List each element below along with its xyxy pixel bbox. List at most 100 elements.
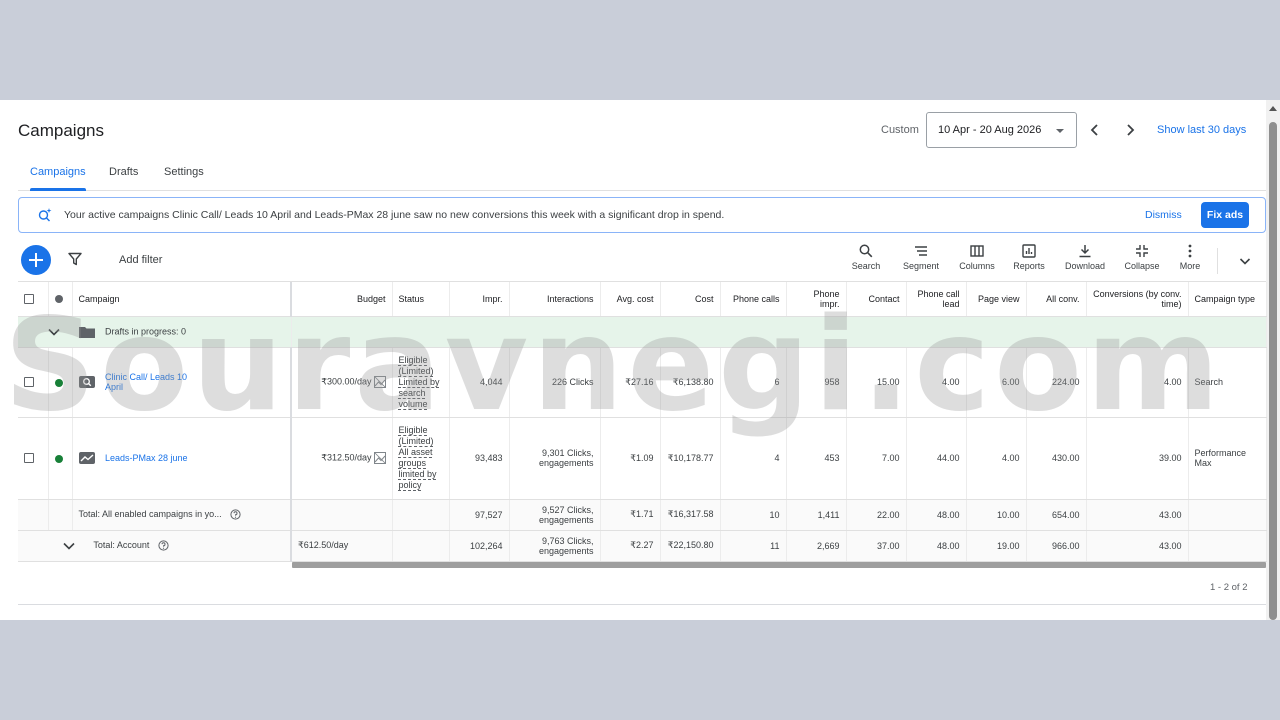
budget-cell: ₹300.00/day [291, 347, 393, 418]
budget-report-icon[interactable] [373, 376, 386, 388]
interactions-cell: 9,301 Clicks, engagements [509, 417, 601, 500]
reports-tool-button[interactable]: Reports [1010, 244, 1048, 278]
phone-calls-column-header[interactable]: Phone calls [720, 282, 787, 317]
search-campaign-icon [78, 376, 95, 388]
table-row[interactable]: Clinic Call/ Leads 10 April ₹300.00/day … [18, 347, 1267, 418]
drafts-row[interactable]: Drafts in progress: 0 [18, 316, 1267, 348]
table-toolbar: Add filter Search Segment Columns Report… [18, 240, 1266, 282]
enabled-status-dot-icon[interactable] [54, 378, 63, 387]
cost-cell: ₹6,138.80 [660, 347, 721, 418]
row-checkbox[interactable] [24, 453, 34, 464]
reports-tool-label: Reports [1013, 261, 1045, 271]
reports-icon [1022, 244, 1036, 258]
enabled-status-dot-icon[interactable] [54, 454, 63, 463]
select-all-cell [18, 282, 49, 317]
filter-icon[interactable] [68, 252, 82, 266]
total-conv-by-time-cell: 43.00 [1086, 499, 1189, 531]
campaign-type-cell: Performance Max [1188, 417, 1267, 500]
download-tool-button[interactable]: Download [1062, 244, 1108, 278]
next-period-chevron-icon[interactable] [1121, 120, 1139, 140]
total-cost-cell: ₹16,317.58 [660, 499, 721, 531]
segment-icon [915, 246, 927, 256]
columns-tool-button[interactable]: Columns [956, 244, 998, 278]
collapse-tool-label: Collapse [1124, 261, 1160, 271]
page-view-cell: 6.00 [966, 347, 1027, 418]
dismiss-button[interactable]: Dismiss [1145, 209, 1182, 221]
interactions-cell: 226 Clicks [509, 347, 601, 418]
total-label-cell: Total: Account [18, 530, 292, 562]
collapse-tool-button[interactable]: Collapse [1122, 244, 1162, 278]
download-tool-label: Download [1064, 261, 1106, 271]
show-last-30-days-link[interactable]: Show last 30 days [1157, 124, 1246, 136]
folder-icon [78, 326, 95, 338]
page-view-column-header[interactable]: Page view [966, 282, 1027, 317]
total-conv-by-time-cell: 43.00 [1086, 530, 1189, 562]
previous-period-chevron-icon[interactable] [1086, 120, 1104, 140]
performance-max-icon [78, 452, 95, 464]
cost-column-header[interactable]: Cost [660, 282, 721, 317]
campaigns-table: Campaign Budget Status Impr. Interaction… [18, 282, 1267, 562]
total-contact-cell: 22.00 [846, 499, 907, 531]
download-icon [1079, 245, 1091, 258]
table-row[interactable]: Leads-PMax 28 june ₹312.50/day Eligible … [18, 417, 1267, 500]
fix-ads-button[interactable]: Fix ads [1201, 202, 1249, 228]
phone-call-lead-cell: 4.00 [906, 347, 967, 418]
total-chevron-down-icon[interactable] [63, 542, 75, 550]
total-phone-calls-cell: 11 [720, 530, 787, 562]
insight-sparkle-icon [38, 208, 52, 222]
status-filter-dot-icon[interactable] [54, 295, 63, 304]
campaign-type-column-header[interactable]: Campaign type [1188, 282, 1267, 317]
tab-campaigns[interactable]: Campaigns [30, 166, 86, 178]
segment-tool-button[interactable]: Segment [900, 244, 942, 278]
status-cell: Eligible (Limited) Limited by search vol… [392, 347, 450, 418]
avg-cost-cell: ₹1.09 [600, 417, 661, 500]
conv-by-time-cell: 4.00 [1086, 347, 1189, 418]
pagination-info: 1 - 2 of 2 [1210, 582, 1248, 593]
status-value[interactable]: Eligible (Limited) All asset groups limi… [399, 425, 443, 491]
row-checkbox[interactable] [24, 377, 34, 388]
add-filter-button[interactable]: Add filter [119, 254, 162, 266]
contact-column-header[interactable]: Contact [846, 282, 907, 317]
collapse-icon [1136, 245, 1148, 257]
expand-chevron-down-icon[interactable] [1238, 254, 1252, 268]
budget-column-header[interactable]: Budget [291, 282, 393, 317]
status-value[interactable]: Eligible (Limited) Limited by search vol… [399, 355, 443, 410]
all-conv-column-header[interactable]: All conv. [1026, 282, 1087, 317]
table-footer-divider [18, 604, 1266, 605]
tab-drafts[interactable]: Drafts [109, 166, 138, 178]
horizontal-scrollbar[interactable] [292, 562, 1266, 568]
date-range-picker[interactable]: 10 Apr - 20 Aug 2026 [926, 112, 1077, 148]
impr-column-header[interactable]: Impr. [449, 282, 510, 317]
impr-cell: 4,044 [449, 347, 510, 418]
vertical-scrollbar[interactable] [1266, 100, 1280, 620]
phone-impr-column-header[interactable]: Phone impr. [786, 282, 847, 317]
more-vert-icon [1188, 244, 1192, 258]
columns-icon [970, 245, 984, 257]
campaign-column-header[interactable]: Campaign [72, 282, 292, 317]
status-column-header[interactable]: Status [392, 282, 450, 317]
conv-by-time-column-header[interactable]: Conversions (by conv. time) [1086, 282, 1189, 317]
select-all-checkbox[interactable] [24, 294, 34, 305]
total-impr-cell: 102,264 [449, 530, 510, 562]
help-icon[interactable] [230, 509, 241, 520]
interactions-column-header[interactable]: Interactions [509, 282, 601, 317]
status-dot-header [48, 282, 73, 317]
total-label-cell: Total: All enabled campaigns in yo... [72, 499, 292, 531]
phone-call-lead-column-header[interactable]: Phone call lead [906, 282, 967, 317]
budget-report-icon[interactable] [373, 452, 386, 464]
avg-cost-cell: ₹27.16 [600, 347, 661, 418]
banner-message: Your active campaigns Clinic Call/ Leads… [64, 209, 725, 221]
search-tool-button[interactable]: Search [848, 244, 884, 278]
campaign-name-link[interactable]: Leads-PMax 28 june [105, 453, 188, 463]
help-icon[interactable] [158, 540, 169, 551]
scrollbar-thumb[interactable] [1269, 122, 1277, 620]
campaign-name-link[interactable]: Clinic Call/ Leads 10 April [105, 372, 205, 392]
scroll-up-icon[interactable] [1269, 106, 1277, 111]
add-campaign-button[interactable] [21, 245, 51, 275]
tab-settings[interactable]: Settings [164, 166, 204, 178]
more-tool-button[interactable]: More [1176, 244, 1204, 278]
total-phone-impr-cell: 2,669 [786, 530, 847, 562]
avg-cost-column-header[interactable]: Avg. cost [600, 282, 661, 317]
drafts-chevron-down-icon[interactable] [48, 328, 60, 336]
columns-tool-label: Columns [959, 261, 995, 271]
